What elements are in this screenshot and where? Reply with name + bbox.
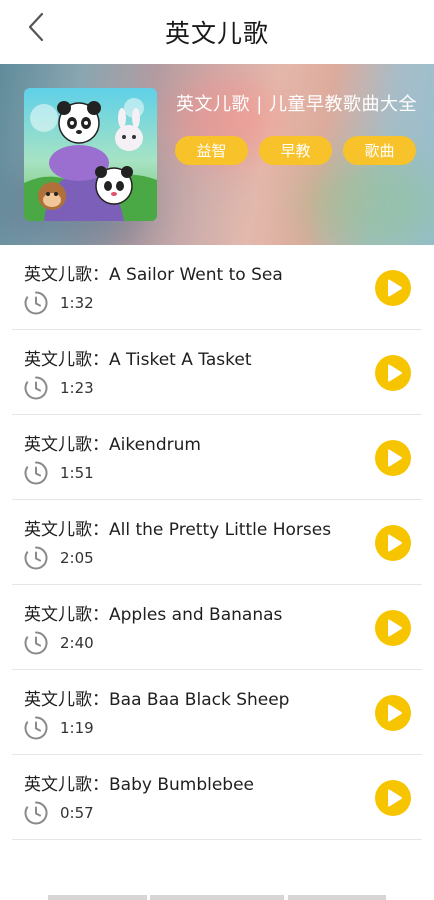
tag-early-education[interactable]: 早教 xyxy=(259,136,332,165)
album-title: 英文儿歌 | 儿童早教歌曲大全 xyxy=(176,94,418,115)
song-title: 英文儿歌：All the Pretty Little Horses xyxy=(24,520,332,540)
play-icon xyxy=(375,355,411,395)
song-duration: 2:05 xyxy=(60,549,94,567)
play-icon xyxy=(375,780,411,820)
play-button[interactable] xyxy=(375,610,411,646)
song-row[interactable]: 英文儿歌：A Tisket A Tasket 1:23 xyxy=(0,330,434,415)
song-duration: 2:40 xyxy=(60,634,94,652)
song-title: 英文儿歌：Baa Baa Black Sheep xyxy=(24,690,290,710)
song-duration: 1:23 xyxy=(60,379,94,397)
play-icon xyxy=(375,525,411,565)
play-icon xyxy=(375,440,411,480)
song-row[interactable]: 英文儿歌：Baby Bumblebee 0:57 xyxy=(0,755,434,840)
clock-icon xyxy=(24,461,48,485)
bottom-indicator xyxy=(150,895,284,900)
play-button[interactable] xyxy=(375,780,411,816)
song-title: 英文儿歌：A Sailor Went to Sea xyxy=(24,265,283,285)
album-banner: 英文儿歌 | 儿童早教歌曲大全 益智 早教 歌曲 xyxy=(0,64,434,245)
page-title: 英文儿歌 xyxy=(164,19,269,48)
play-button[interactable] xyxy=(375,695,411,731)
song-row[interactable]: 英文儿歌：A Sailor Went to Sea 1:32 xyxy=(0,245,434,330)
header: 英文儿歌 xyxy=(0,0,434,64)
song-title: 英文儿歌：Aikendrum xyxy=(24,435,201,455)
play-icon xyxy=(375,695,411,735)
play-icon xyxy=(375,270,411,310)
clock-icon xyxy=(24,801,48,825)
album-tags: 益智 早教 歌曲 xyxy=(175,136,416,165)
song-duration: 1:32 xyxy=(60,294,94,312)
album-cover-image[interactable] xyxy=(24,88,157,221)
song-title: 英文儿歌：A Tisket A Tasket xyxy=(24,350,252,370)
bottom-indicator xyxy=(288,895,386,900)
tag-puzzle[interactable]: 益智 xyxy=(175,136,248,165)
song-duration: 0:57 xyxy=(60,804,94,822)
tag-songs[interactable]: 歌曲 xyxy=(343,136,416,165)
song-row[interactable]: 英文儿歌：Baa Baa Black Sheep 1:19 xyxy=(0,670,434,755)
song-title: 英文儿歌：Baby Bumblebee xyxy=(24,775,255,795)
song-duration: 1:19 xyxy=(60,719,94,737)
song-row[interactable]: 英文儿歌：Aikendrum 1:51 xyxy=(0,415,434,500)
play-button[interactable] xyxy=(375,440,411,476)
bottom-indicator xyxy=(48,895,147,900)
clock-icon xyxy=(24,546,48,570)
clock-icon xyxy=(24,291,48,315)
play-button[interactable] xyxy=(375,355,411,391)
song-row[interactable]: 英文儿歌：All the Pretty Little Horses 2:05 xyxy=(0,500,434,585)
song-title: 英文儿歌：Apples and Bananas xyxy=(24,605,283,625)
play-button[interactable] xyxy=(375,525,411,561)
play-button[interactable] xyxy=(375,270,411,306)
song-duration: 1:51 xyxy=(60,464,94,482)
song-list: 英文儿歌：A Sailor Went to Sea 1:32 英文儿歌：A Tisk… xyxy=(0,245,434,840)
play-icon xyxy=(375,610,411,650)
clock-icon xyxy=(24,716,48,740)
song-row[interactable]: 英文儿歌：Apples and Bananas 2:40 xyxy=(0,585,434,670)
row-divider xyxy=(12,839,422,840)
clock-icon xyxy=(24,376,48,400)
clock-icon xyxy=(24,631,48,655)
